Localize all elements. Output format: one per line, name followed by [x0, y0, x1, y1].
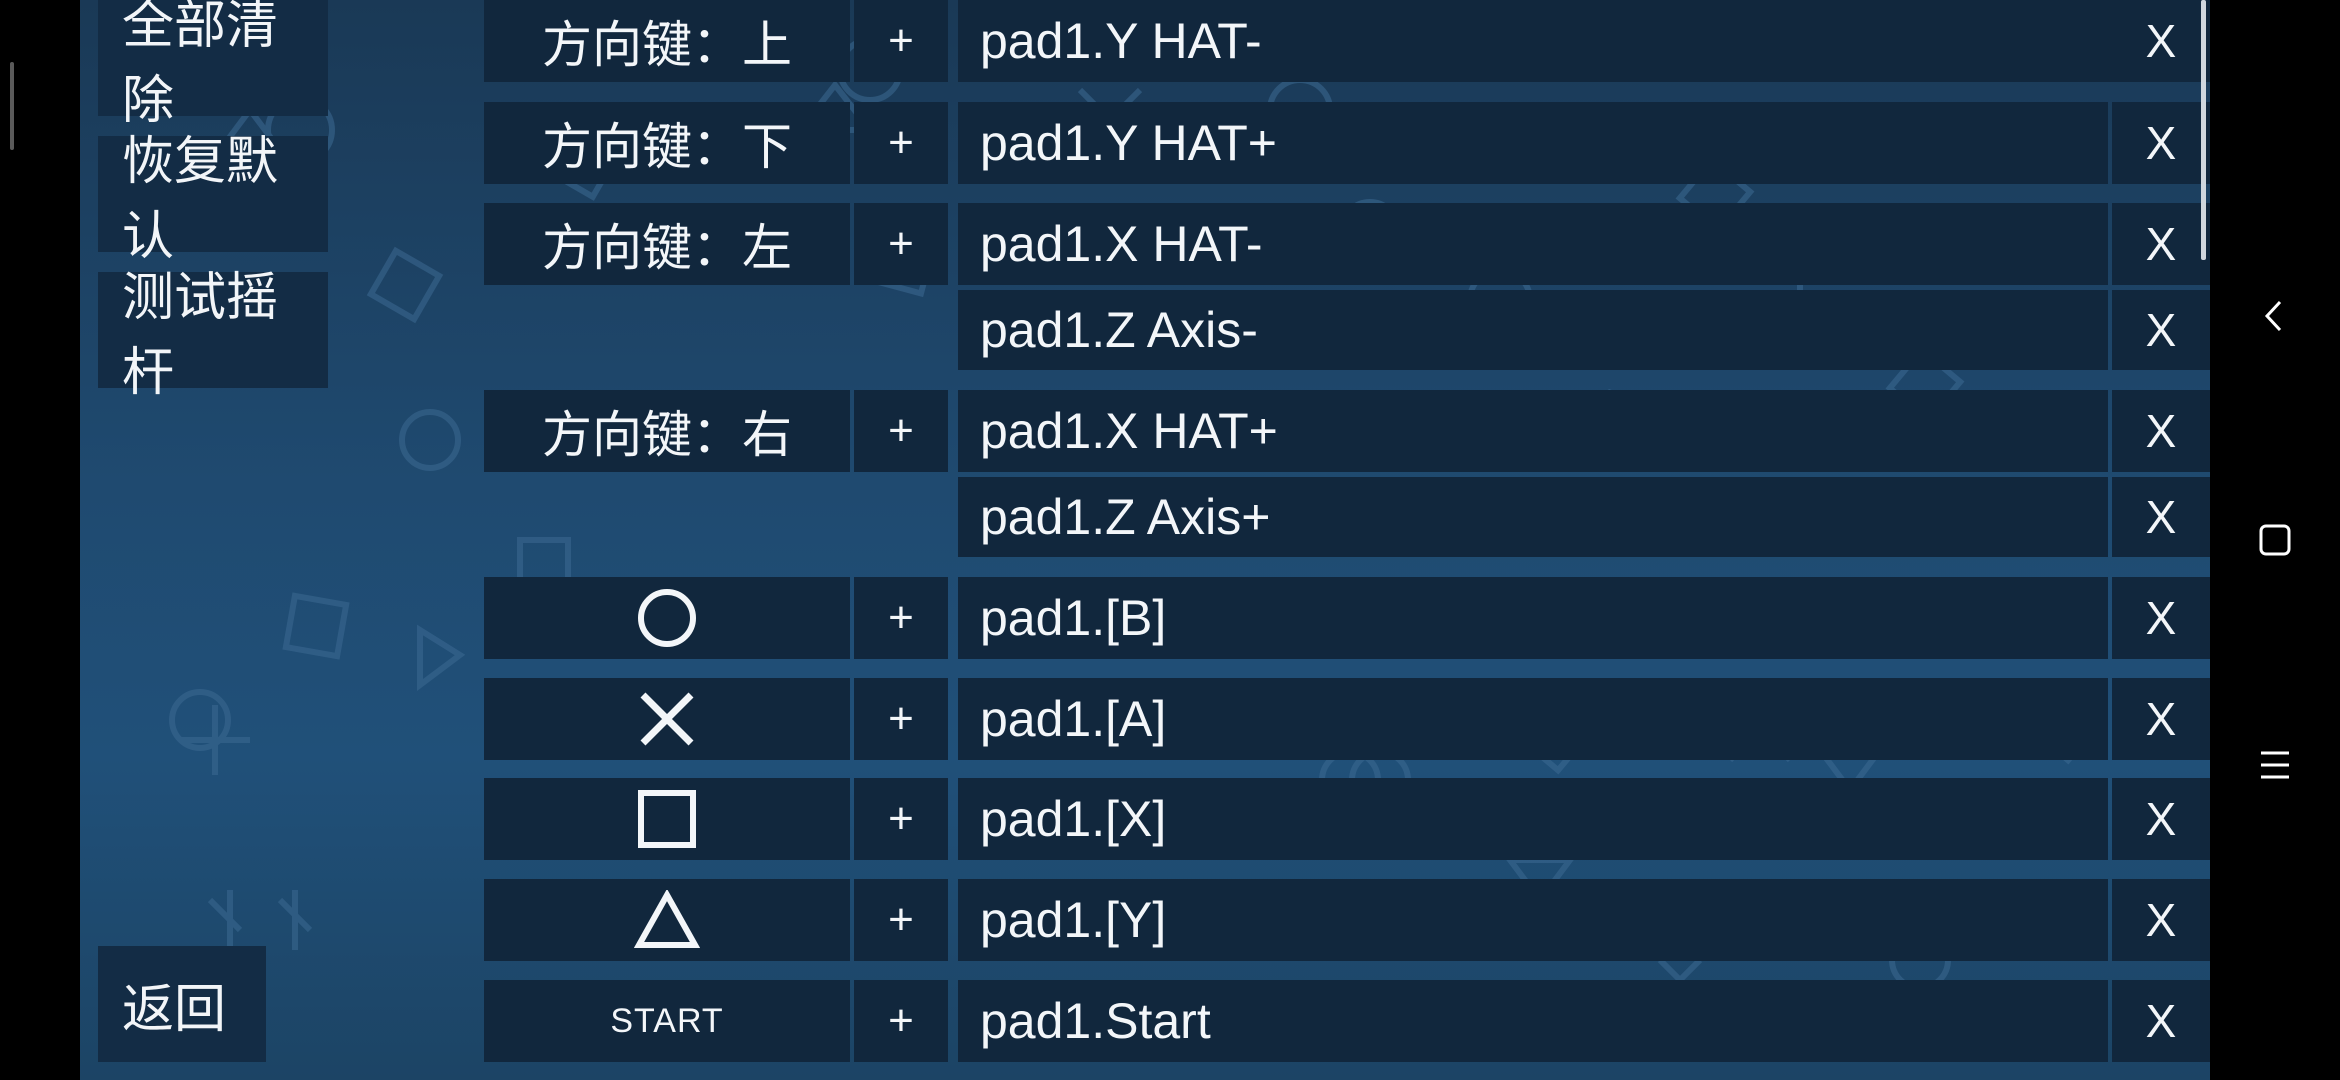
circle-icon [638, 589, 696, 647]
add-binding-button[interactable]: + [854, 390, 948, 472]
system-navigation-bar [2210, 0, 2340, 1080]
delete-binding-button[interactable]: X [2112, 477, 2210, 557]
delete-binding-button[interactable]: X [2112, 980, 2210, 1062]
key-label-triangle[interactable] [484, 879, 850, 961]
delete-binding-button[interactable]: X [2112, 390, 2210, 472]
add-binding-button[interactable]: + [854, 577, 948, 659]
restore-default-button[interactable]: 恢复默认 [98, 132, 328, 267]
add-binding-button[interactable]: + [854, 778, 948, 860]
binding-value[interactable]: pad1.Start [958, 980, 2108, 1062]
binding-value[interactable]: pad1.Y HAT+ [958, 102, 2108, 184]
menu-icon[interactable] [2255, 745, 2295, 785]
back-button[interactable]: 返回 [98, 946, 266, 1062]
add-binding-button[interactable]: + [854, 0, 948, 82]
delete-binding-button[interactable]: X [2112, 203, 2210, 285]
delete-binding-button[interactable]: X [2112, 0, 2210, 82]
left-screen-edge [0, 0, 80, 1080]
binding-value[interactable]: pad1.Z Axis+ [958, 477, 2108, 557]
binding-value[interactable]: pad1.X HAT+ [958, 390, 2108, 472]
delete-binding-button[interactable]: X [2112, 577, 2210, 659]
key-label-start[interactable]: START [484, 980, 850, 1062]
home-square-icon[interactable] [2255, 520, 2295, 560]
square-icon [638, 790, 696, 848]
add-binding-button[interactable]: + [854, 678, 948, 760]
binding-value[interactable]: pad1.[Y] [958, 879, 2108, 961]
add-binding-button[interactable]: + [854, 879, 948, 961]
delete-binding-button[interactable]: X [2112, 678, 2210, 760]
delete-binding-button[interactable]: X [2112, 778, 2210, 860]
clear-all-button[interactable]: 全部清除 [98, 0, 328, 131]
triangle-icon [634, 890, 700, 948]
add-binding-button[interactable]: + [854, 980, 948, 1062]
chevron-left-icon[interactable] [2255, 296, 2295, 336]
binding-value[interactable]: pad1.[X] [958, 778, 2108, 860]
binding-value[interactable]: pad1.[A] [958, 678, 2108, 760]
key-label-cross[interactable] [484, 678, 850, 760]
key-label-dpad-down[interactable]: 方向键：下 [484, 102, 850, 184]
binding-value[interactable]: pad1.[B] [958, 577, 2108, 659]
key-label-square[interactable] [484, 778, 850, 860]
delete-binding-button[interactable]: X [2112, 290, 2210, 370]
delete-binding-button[interactable]: X [2112, 102, 2210, 184]
key-label-dpad-left[interactable]: 方向键：左 [484, 203, 850, 285]
control-mapping-screen: 全部清除 恢复默认 测试摇杆 返回 方向键：上 + pad1.Y HAT- X … [80, 0, 2210, 1080]
cross-icon [640, 692, 694, 746]
add-binding-button[interactable]: + [854, 102, 948, 184]
binding-value[interactable]: pad1.X HAT- [958, 203, 2108, 285]
delete-binding-button[interactable]: X [2112, 879, 2210, 961]
key-label-circle[interactable] [484, 577, 850, 659]
scrollbar[interactable] [2201, 0, 2206, 260]
key-label-dpad-right[interactable]: 方向键：右 [484, 390, 850, 472]
key-label-dpad-up[interactable]: 方向键：上 [484, 0, 850, 82]
add-binding-button[interactable]: + [854, 203, 948, 285]
test-joystick-button[interactable]: 测试摇杆 [98, 268, 328, 403]
edge-indicator [10, 62, 14, 150]
binding-value[interactable]: pad1.Y HAT- [958, 0, 2188, 82]
binding-value[interactable]: pad1.Z Axis- [958, 290, 2108, 370]
